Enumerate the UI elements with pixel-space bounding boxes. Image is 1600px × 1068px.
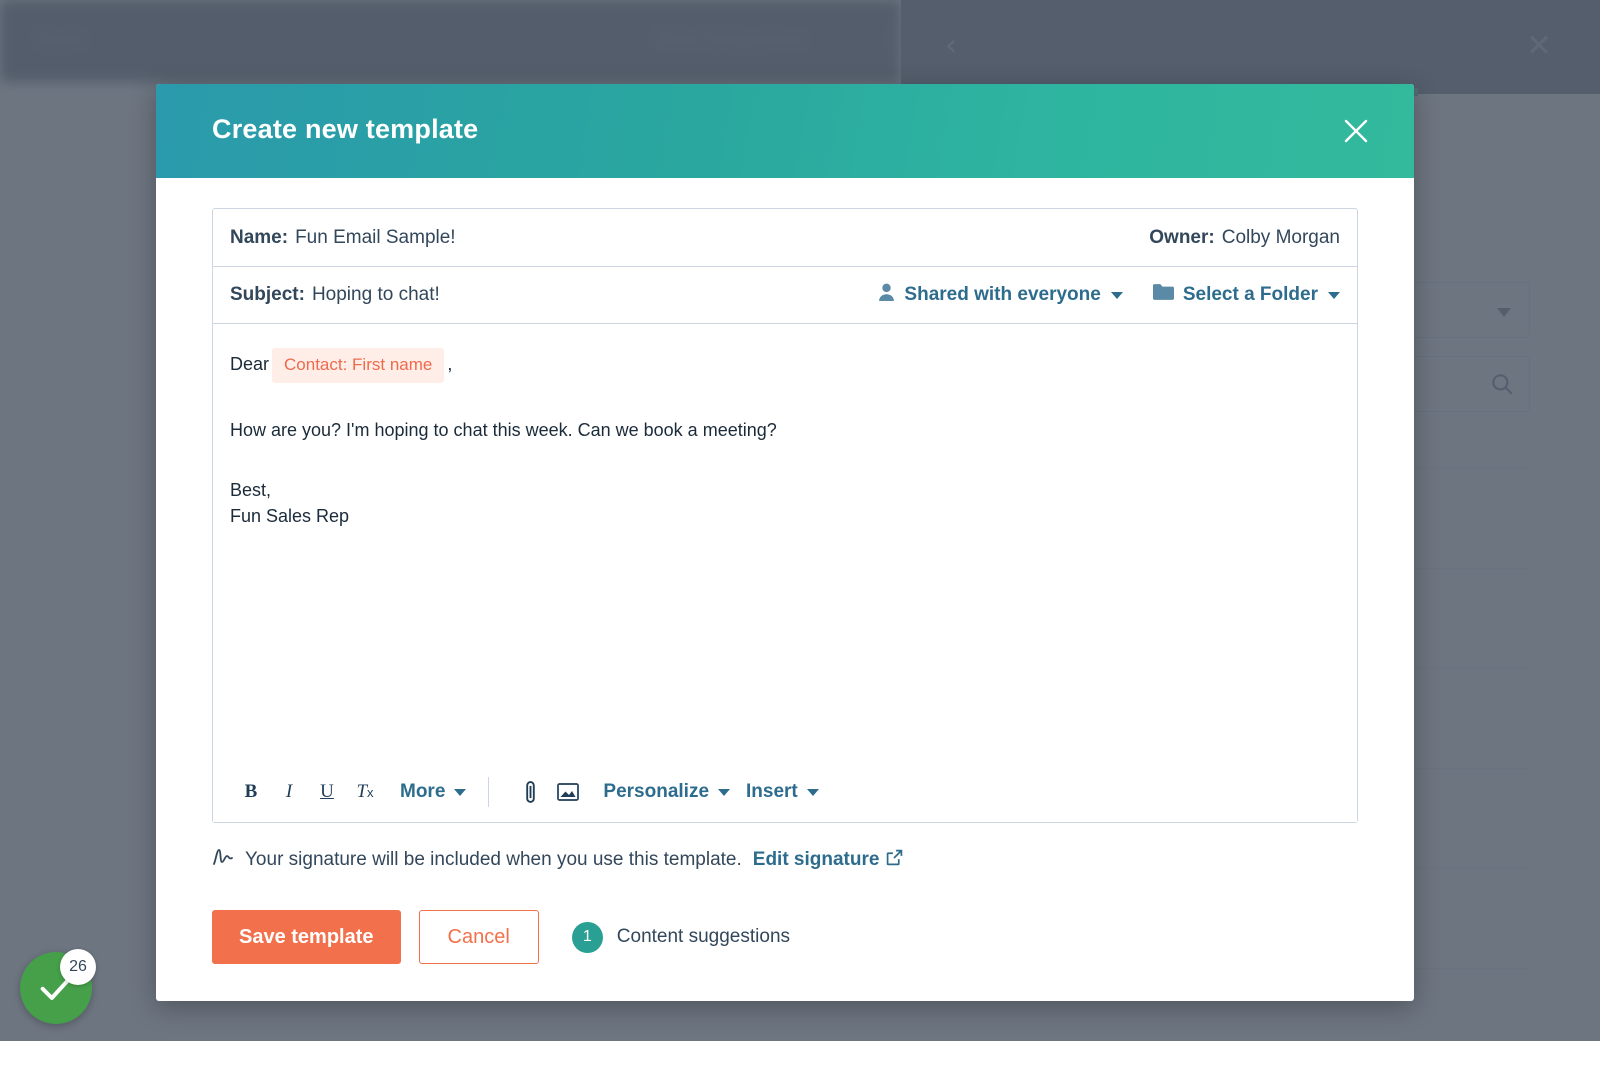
name-label: Name: xyxy=(230,227,288,249)
subject-label: Subject: xyxy=(230,284,305,306)
chevron-down-icon xyxy=(1328,292,1340,299)
modal-footer: Save template Cancel 1 Content suggestio… xyxy=(212,910,1358,964)
chevron-down-icon xyxy=(454,789,466,796)
greeting-suffix: , xyxy=(447,354,452,374)
suggestions-count-badge: 1 xyxy=(572,922,603,953)
sharing-dropdown[interactable]: Shared with everyone xyxy=(878,283,1122,308)
personalization-token[interactable]: Contact: First name xyxy=(272,348,444,383)
chevron-down-icon xyxy=(1111,292,1123,299)
subject-row: Subject: Hoping to chat! Shared with eve… xyxy=(213,267,1357,324)
owner-value: Colby Morgan xyxy=(1222,227,1340,249)
greeting-line: DearContact: First name, xyxy=(230,348,1340,383)
more-dropdown[interactable]: More xyxy=(400,781,466,803)
suggestions-label: Content suggestions xyxy=(617,926,790,948)
name-field[interactable]: Name: Fun Email Sample! xyxy=(230,227,456,249)
insert-label: Insert xyxy=(746,781,798,803)
signature-note: Your signature will be included when you… xyxy=(212,847,1358,873)
signoff-line: Best, xyxy=(230,477,1340,503)
email-body-editor[interactable]: DearContact: First name, How are you? I'… xyxy=(213,324,1357,822)
close-icon[interactable] xyxy=(1329,104,1383,158)
sharing-label: Shared with everyone xyxy=(904,284,1100,306)
folder-label: Select a Folder xyxy=(1183,284,1318,306)
edit-signature-link[interactable]: Edit signature xyxy=(753,849,904,872)
modal-body: Name: Fun Email Sample! Owner: Colby Mor… xyxy=(156,208,1414,964)
clear-formatting-button[interactable]: Tx xyxy=(346,773,384,811)
personalize-label: Personalize xyxy=(603,781,709,803)
external-link-icon xyxy=(886,849,903,872)
owner-label: Owner: xyxy=(1149,227,1214,249)
subject-value: Hoping to chat! xyxy=(312,284,440,306)
edit-signature-label: Edit signature xyxy=(753,849,880,871)
modal-header: Create new template xyxy=(156,84,1414,178)
chevron-down-icon xyxy=(807,789,819,796)
name-value: Fun Email Sample! xyxy=(295,227,456,249)
person-icon xyxy=(878,283,895,308)
owner-field: Owner: Colby Morgan xyxy=(1149,227,1340,249)
personalize-dropdown[interactable]: Personalize xyxy=(603,781,730,803)
signature-name-line: Fun Sales Rep xyxy=(230,503,1340,529)
content-suggestions[interactable]: 1 Content suggestions xyxy=(572,922,790,953)
signature-note-text: Your signature will be included when you… xyxy=(245,849,742,871)
greeting-prefix: Dear xyxy=(230,354,269,374)
insert-dropdown[interactable]: Insert xyxy=(746,781,819,803)
body-paragraph: How are you? I'm hoping to chat this wee… xyxy=(230,417,1340,443)
create-template-modal: Create new template Name: Fun Email Samp… xyxy=(156,84,1414,1001)
email-body-content[interactable]: DearContact: First name, How are you? I'… xyxy=(213,324,1357,529)
subject-row-actions: Shared with everyone Select a Folder xyxy=(878,283,1340,308)
chevron-down-icon xyxy=(718,789,730,796)
cancel-button[interactable]: Cancel xyxy=(419,910,539,964)
signature-icon xyxy=(212,847,234,873)
toolbar-divider xyxy=(488,777,489,807)
more-label: More xyxy=(400,781,445,803)
modal-title: Create new template xyxy=(212,114,478,145)
link-icon[interactable] xyxy=(511,773,549,811)
editor-toolbar: B I U Tx More xyxy=(213,762,1357,822)
folder-icon xyxy=(1153,283,1174,307)
template-form-card: Name: Fun Email Sample! Owner: Colby Mor… xyxy=(212,208,1358,823)
underline-button[interactable]: U xyxy=(308,773,346,811)
chat-unread-badge: 26 xyxy=(60,949,96,985)
subject-field[interactable]: Subject: Hoping to chat! xyxy=(230,284,440,306)
image-icon[interactable] xyxy=(549,773,587,811)
italic-button[interactable]: I xyxy=(270,773,308,811)
bold-button[interactable]: B xyxy=(232,773,270,811)
folder-dropdown[interactable]: Select a Folder xyxy=(1153,283,1340,307)
save-template-button[interactable]: Save template xyxy=(212,910,401,964)
name-owner-row: Name: Fun Email Sample! Owner: Colby Mor… xyxy=(213,209,1357,267)
